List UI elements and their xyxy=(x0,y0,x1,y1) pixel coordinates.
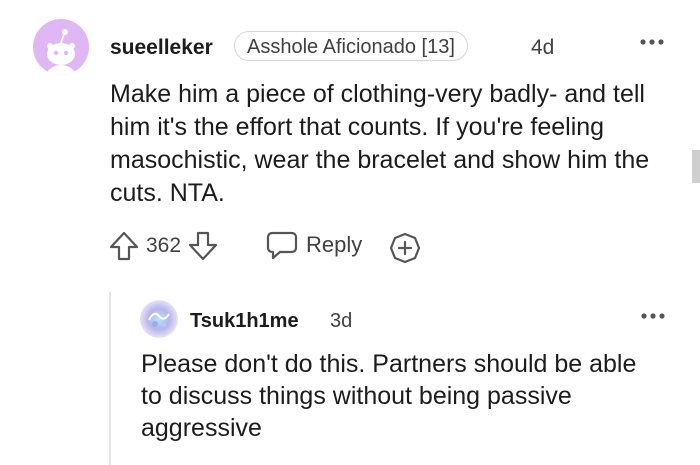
reply-age: 3d xyxy=(330,310,353,332)
user-flair: Asshole Aficionado [13] xyxy=(234,31,468,61)
thread-line[interactable] xyxy=(109,292,111,465)
reply-avatar[interactable] xyxy=(140,300,178,338)
upvote-button[interactable] xyxy=(108,230,140,262)
reply-icon xyxy=(266,231,298,260)
downvote-button[interactable] xyxy=(187,230,219,262)
upvote-icon xyxy=(109,231,139,261)
downvote-icon xyxy=(188,231,218,261)
more-options-icon xyxy=(641,313,665,319)
scrollbar-thumb[interactable] xyxy=(692,150,700,183)
avatar[interactable] xyxy=(33,19,89,75)
reply-username[interactable]: Tsuk1h1me xyxy=(190,310,299,333)
snoo-avatar-icon xyxy=(45,29,77,75)
vote-controls: 362 xyxy=(108,230,219,262)
avatar-image-icon xyxy=(140,300,178,338)
comment-age: 4d xyxy=(531,36,555,59)
reply-body: Please don't do this. Partners should be… xyxy=(141,350,637,442)
vote-count: 362 xyxy=(146,234,182,257)
more-options-button[interactable] xyxy=(639,38,665,46)
award-icon xyxy=(389,232,421,264)
comment-body: Make him a piece of clothing-very badly-… xyxy=(110,80,650,207)
reply-more-options-button[interactable] xyxy=(640,312,666,320)
reply-button[interactable]: Reply xyxy=(266,230,362,260)
more-options-icon xyxy=(640,39,664,45)
reply-label: Reply xyxy=(306,232,363,257)
award-button[interactable] xyxy=(389,232,421,264)
comment-username[interactable]: sueelleker xyxy=(110,36,213,60)
